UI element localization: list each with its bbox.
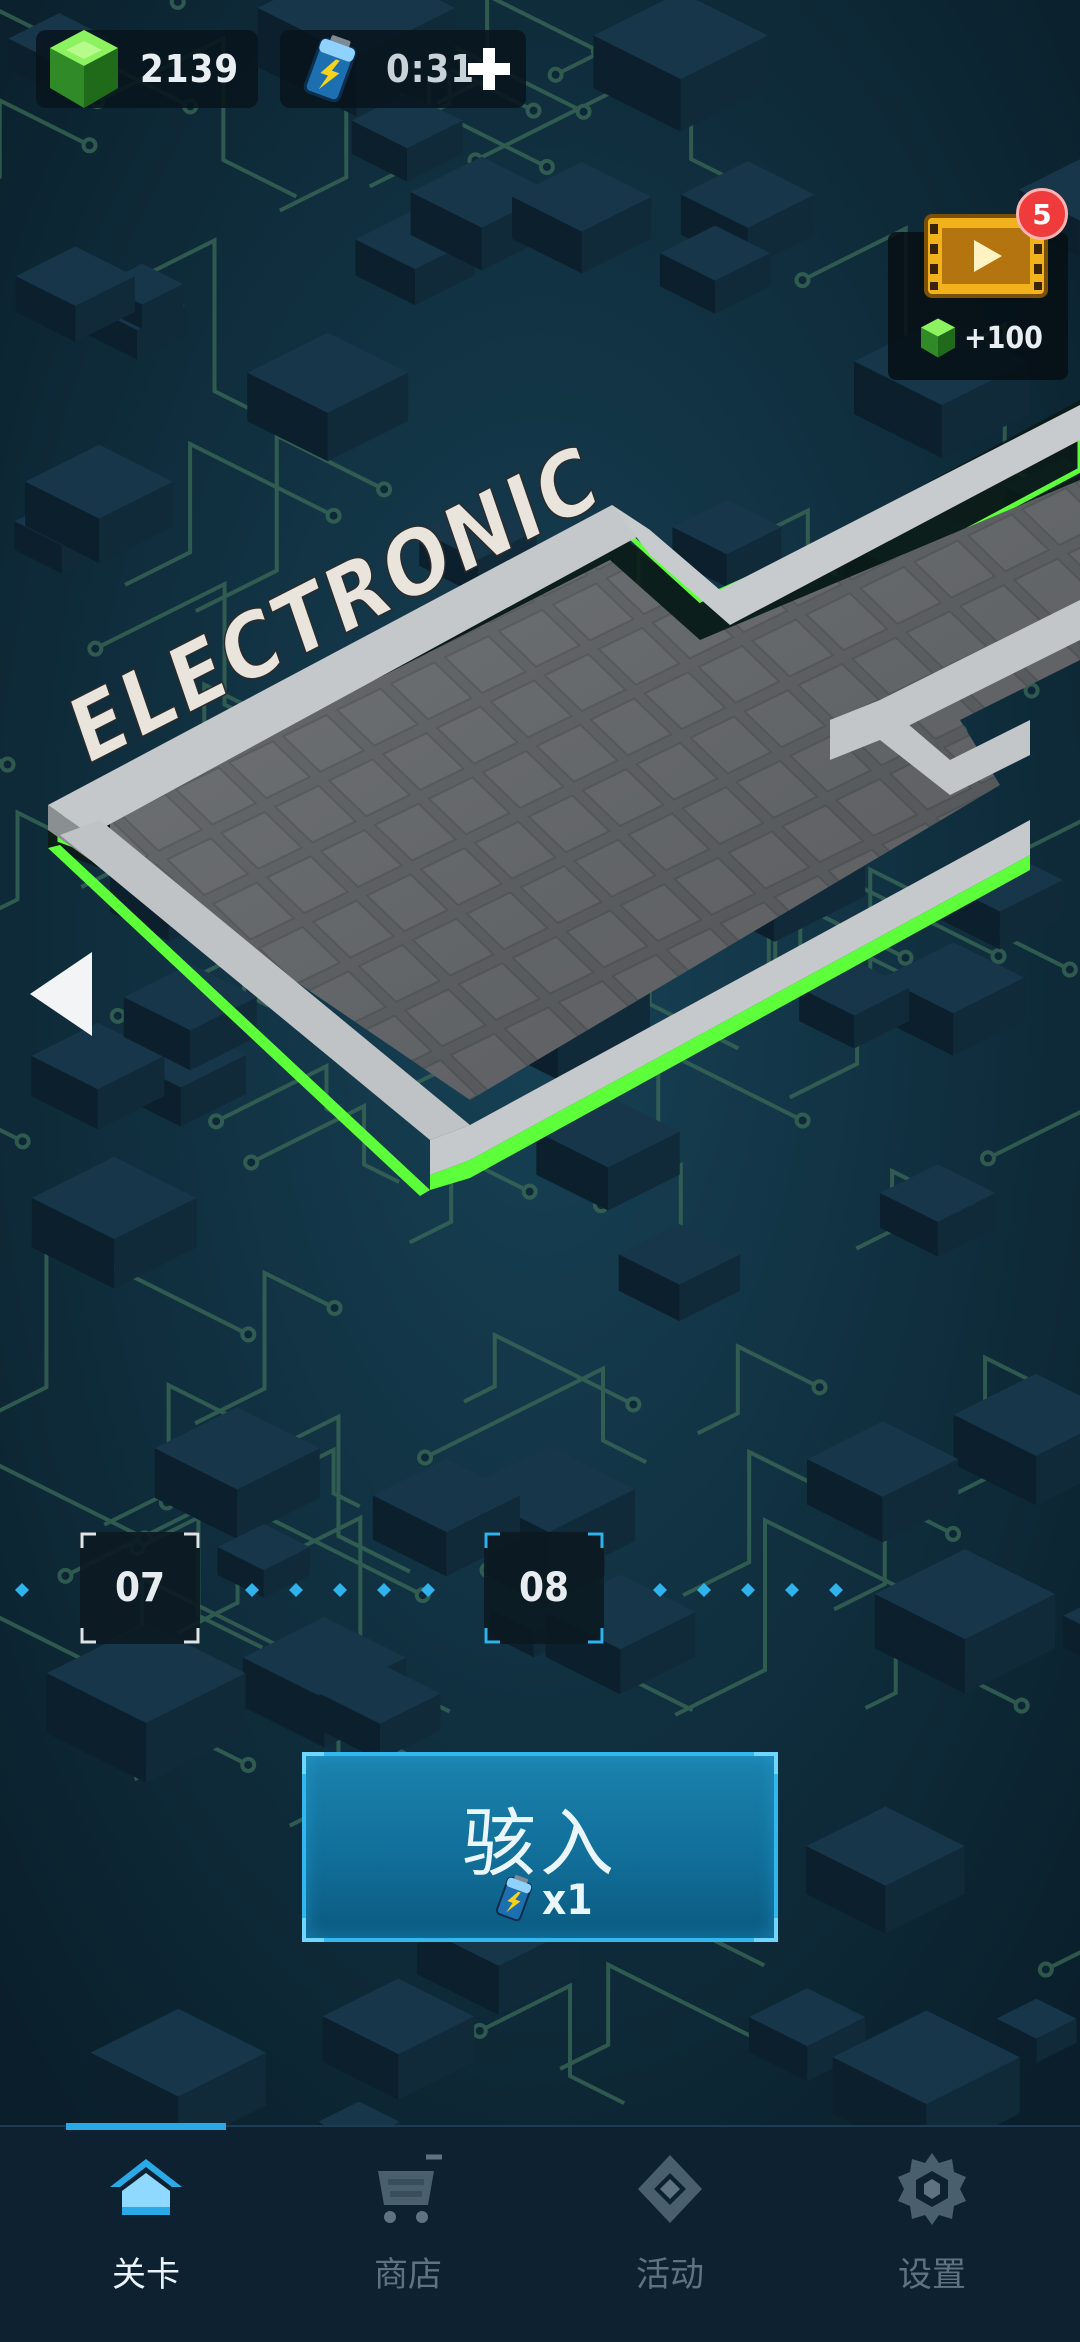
circuit-node (814, 1381, 826, 1393)
circuit-node (2, 759, 14, 771)
circuit-node (993, 950, 1005, 962)
button-corner (754, 1918, 778, 1942)
level-number: 08 (519, 1565, 569, 1611)
circuit-node (528, 105, 540, 117)
add-energy-button[interactable] (462, 42, 516, 96)
level-number: 07 (115, 1565, 165, 1611)
circuit-node (474, 2025, 486, 2037)
level-node-08[interactable]: 08 (484, 1532, 604, 1644)
circuit-node (524, 1186, 536, 1198)
circuit-node (982, 1152, 994, 1164)
cart-icon (368, 2149, 448, 2229)
gem-icon (918, 316, 958, 360)
path-dot (741, 1583, 755, 1597)
path-dot (377, 1583, 391, 1597)
tab-label: 关卡 (11, 2247, 281, 2296)
button-corner (754, 1752, 778, 1776)
gem-count: 2139 (140, 47, 239, 91)
frame-corner (588, 1532, 604, 1548)
tab-label: 商店 (273, 2247, 543, 2296)
tab-label: 设置 (797, 2247, 1067, 2296)
tab-levels[interactable]: 关卡 (11, 2127, 281, 2342)
circuit-node (172, 0, 184, 8)
circuit-node (900, 952, 912, 964)
tab-label: 活动 (535, 2247, 805, 2296)
path-dot (421, 1583, 435, 1597)
frame-corner (588, 1628, 604, 1644)
frame-corner (184, 1532, 200, 1548)
start-level-button[interactable]: 骇入 x1 (302, 1752, 778, 1942)
bottom-navigation: 关卡 商店 活动 设置 (0, 2125, 1080, 2342)
circuit-node (627, 1398, 639, 1410)
circuit-node (797, 1114, 809, 1126)
path-dot (653, 1583, 667, 1597)
reward-amount: +100 (964, 321, 1043, 356)
frame-corner (80, 1532, 96, 1548)
circuit-node (378, 483, 390, 495)
circuit-node (242, 1328, 254, 1340)
circuit-node (245, 1156, 257, 1168)
circuit-node (328, 510, 340, 522)
circuit-node (242, 1759, 254, 1771)
previous-world-arrow-icon[interactable] (26, 948, 96, 1040)
path-dot (697, 1583, 711, 1597)
level-node-07[interactable]: 07 (80, 1532, 200, 1644)
battery-icon (492, 1872, 536, 1926)
notification-badge: 5 (1016, 188, 1068, 240)
frame-corner (484, 1628, 500, 1644)
energy-counter: 0:31 (280, 30, 526, 108)
tab-events[interactable]: 活动 (535, 2127, 805, 2342)
gear-icon (892, 2149, 972, 2229)
circuit-node (17, 1135, 29, 1147)
circuit-node (329, 1302, 341, 1314)
path-dot (289, 1583, 303, 1597)
frame-corner (184, 1628, 200, 1644)
diamond-icon (630, 2149, 710, 2229)
path-dot (15, 1583, 29, 1597)
circuit-node (112, 1010, 124, 1022)
circuit-node (541, 161, 553, 173)
battery-icon (298, 34, 362, 106)
button-corner (302, 1918, 326, 1942)
button-corner (302, 1752, 326, 1776)
circuit-node (210, 1115, 222, 1127)
gem-counter: 2139 (36, 30, 258, 108)
path-dot (333, 1583, 347, 1597)
energy-cost: x1 (542, 1875, 593, 1924)
video-reward-button[interactable]: 5 +100 (888, 232, 1068, 380)
tab-settings[interactable]: 设置 (797, 2127, 1067, 2342)
circuit-node (419, 1452, 431, 1464)
circuit-node (1040, 1964, 1052, 1976)
circuit-node (578, 106, 590, 118)
path-dot (785, 1583, 799, 1597)
home-icon (106, 2149, 186, 2229)
circuit-node (84, 139, 96, 151)
frame-corner (80, 1628, 96, 1644)
path-dot (829, 1583, 843, 1597)
tab-shop[interactable]: 商店 (273, 2127, 543, 2342)
circuit-node (1016, 1700, 1028, 1712)
path-dot (245, 1583, 259, 1597)
circuit-node (796, 274, 808, 286)
circuit-node (947, 1528, 959, 1540)
frame-corner (484, 1532, 500, 1548)
circuit-node (1064, 964, 1076, 976)
circuit-node (89, 643, 101, 655)
circuit-node (550, 69, 562, 81)
gem-icon (44, 26, 124, 112)
